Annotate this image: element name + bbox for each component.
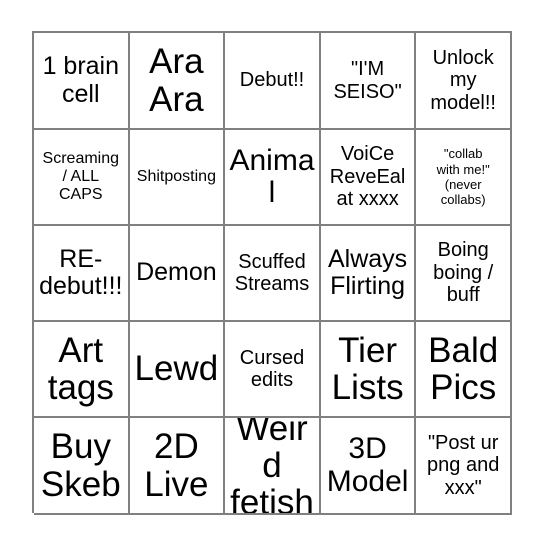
bingo-cell[interactable]: "I'M SEISO": [320, 33, 417, 130]
bingo-cell[interactable]: 3D Model: [320, 418, 417, 515]
bingo-cell[interactable]: Boing boing / buff: [416, 226, 512, 322]
bingo-cell[interactable]: Bald Pics: [416, 322, 512, 418]
bingo-cell-label: RE- debut!!!: [39, 244, 123, 300]
bingo-cell-label: "I'M SEISO": [333, 58, 402, 103]
bingo-cell-label: VoiCe ReveEal at xxxx: [329, 143, 406, 211]
bingo-cell[interactable]: Animal: [225, 130, 321, 226]
bingo-cell-label: Boing boing / buff: [433, 239, 494, 307]
bingo-cell-label: Demon: [136, 258, 217, 287]
bingo-cell[interactable]: Weird fetish: [225, 418, 321, 515]
bingo-cell-label: 3D Model: [326, 432, 409, 498]
bingo-cell-label: 1 brain cell: [42, 52, 120, 108]
bingo-cell-label: Lewd: [134, 349, 219, 389]
bingo-cell-label: Shitposting: [136, 167, 216, 185]
bingo-cell[interactable]: Shitposting: [129, 130, 226, 226]
bingo-cell-label: Cursed edits: [239, 346, 305, 391]
bingo-cell[interactable]: 1 brain cell: [34, 33, 130, 130]
bingo-cell-label: Scuffed Streams: [234, 250, 310, 295]
bingo-cell-label: Tier Lists: [331, 330, 404, 407]
bingo-cell-label: Buy Skeb: [40, 427, 121, 504]
bingo-cell[interactable]: Scuffed Streams: [225, 226, 321, 322]
bingo-cell[interactable]: Debut!!: [225, 33, 321, 130]
bingo-cell[interactable]: RE- debut!!!: [34, 226, 130, 322]
bingo-cell-label: Always Flirting: [328, 244, 408, 300]
bingo-cell[interactable]: Screaming / ALL CAPS: [34, 130, 130, 226]
bingo-cell[interactable]: "Post ur png and xxx": [416, 418, 512, 515]
bingo-cell[interactable]: Ara Ara: [129, 33, 226, 130]
bingo-cell[interactable]: Cursed edits: [225, 322, 321, 418]
bingo-cell[interactable]: Lewd: [129, 322, 226, 418]
bingo-cell[interactable]: Buy Skeb: [34, 418, 130, 515]
bingo-cell-label: Ara Ara: [149, 42, 204, 119]
bingo-cell-label: Bald Pics: [428, 330, 499, 407]
bingo-cell-label: Art tags: [47, 330, 114, 407]
bingo-cell-label: Animal: [229, 143, 315, 209]
bingo-cell-label: Weird fetish: [230, 418, 314, 515]
bingo-cell[interactable]: Unlock my model!!: [416, 33, 512, 130]
bingo-cell-label: Debut!!: [239, 69, 305, 92]
bingo-cell-label: "collab with me!" (never collabs): [436, 146, 490, 208]
bingo-cell[interactable]: Art tags: [34, 322, 130, 418]
bingo-cell[interactable]: 2D Live: [129, 418, 226, 515]
bingo-cell[interactable]: VoiCe ReveEal at xxxx: [320, 130, 417, 226]
bingo-cell[interactable]: Always Flirting: [320, 226, 417, 322]
bingo-card-grid: 1 brain cell Ara Ara Debut!! "I'M SEISO" Unl…: [32, 31, 512, 515]
bingo-cell-label: Unlock my model!!: [430, 46, 496, 114]
bingo-cell-label: "Post ur png and xxx": [427, 431, 500, 499]
bingo-cell[interactable]: Tier Lists: [320, 322, 417, 418]
bingo-cell-label: 2D Live: [144, 427, 209, 504]
bingo-cell-label: Screaming / ALL CAPS: [42, 149, 120, 204]
bingo-cell[interactable]: Demon: [129, 226, 226, 322]
bingo-cell[interactable]: "collab with me!" (never collabs): [416, 130, 512, 226]
